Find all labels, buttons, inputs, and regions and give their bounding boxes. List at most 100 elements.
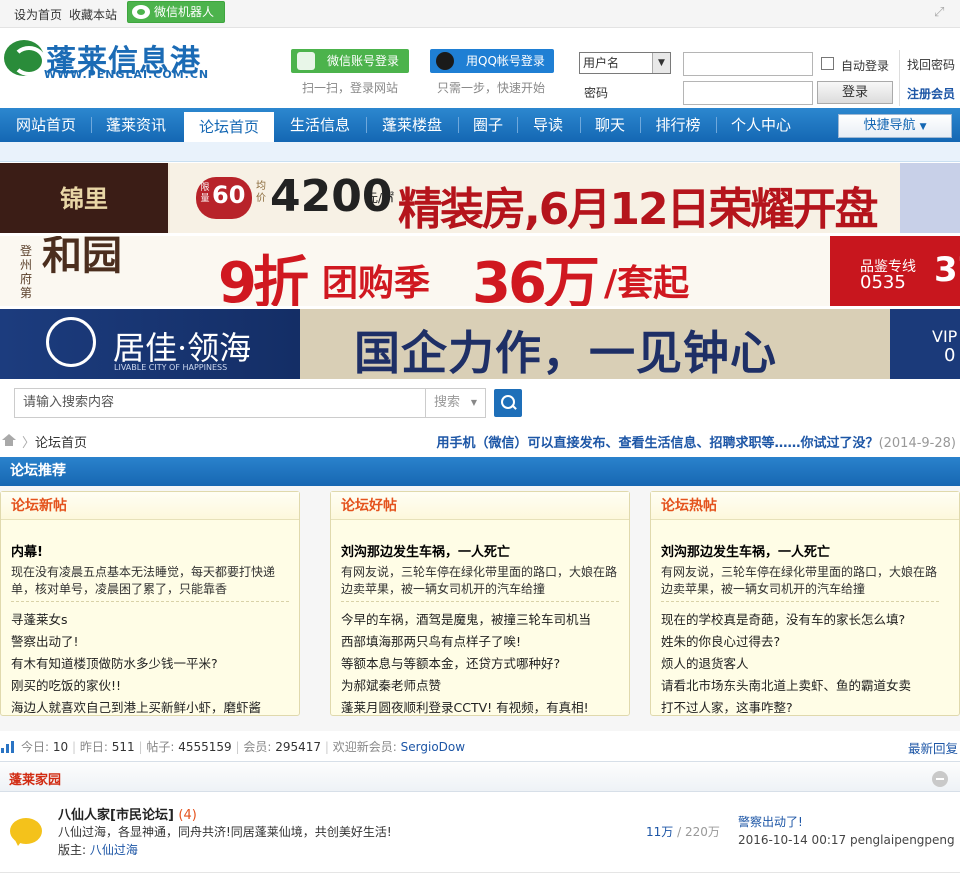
count-separator: / bbox=[677, 825, 682, 839]
find-password-link[interactable]: 找回密码 bbox=[907, 56, 955, 73]
username-type-select[interactable]: 用户名 ▼ bbox=[579, 52, 671, 74]
nav-separator bbox=[517, 117, 518, 133]
nav-item-news[interactable]: 蓬莱资讯 bbox=[94, 108, 178, 142]
latest-reply-link[interactable]: 最新回复 bbox=[908, 738, 958, 757]
last-post-title[interactable]: 警察出动了! bbox=[738, 813, 803, 830]
search-input[interactable]: 请输入搜索内容 bbox=[14, 388, 426, 418]
nav-item-guide[interactable]: 导读 bbox=[520, 108, 576, 142]
search-button[interactable] bbox=[494, 389, 522, 417]
list-item[interactable]: 为郝斌秦老师点赞 bbox=[341, 675, 441, 694]
banner-side-text: 登州府第 bbox=[20, 244, 33, 300]
card-title: 论坛新帖 bbox=[1, 492, 299, 520]
card-divider bbox=[661, 601, 939, 602]
nav-separator bbox=[640, 117, 641, 133]
stats-separator: | bbox=[138, 740, 143, 754]
list-item[interactable]: 寻蓬莱女s bbox=[11, 609, 68, 628]
nav-item-profile[interactable]: 个人中心 bbox=[720, 108, 802, 142]
notice-bar[interactable]: 用手机（微信）可以直接发布、查看生活信息、招聘求职等……你试过了没？(2014-… bbox=[437, 432, 956, 451]
search-scope-value: 搜索 bbox=[434, 395, 461, 410]
banner-slogan: 精装房,6月12日荣耀开盘 bbox=[398, 184, 879, 233]
chevron-down-icon: ▼ bbox=[652, 53, 670, 73]
ad-banner-jinli[interactable]: 锦里 限量 60 均价 4200 元/㎡ 精装房,6月12日荣耀开盘 bbox=[0, 163, 960, 233]
banner-brand-en: LIVABLE CITY OF HAPPINESS bbox=[114, 363, 228, 372]
breadcrumb-current[interactable]: 论坛首页 bbox=[35, 436, 87, 451]
list-item[interactable]: 请看北市场东头南北道上卖虾、鱼的霸道女卖 bbox=[661, 675, 911, 694]
register-link[interactable]: 注册会员 bbox=[907, 85, 955, 102]
card-headline[interactable]: 刘沟那边发生车祸，一人死亡 bbox=[661, 541, 830, 560]
fullscreen-icon[interactable]: ⤢ bbox=[934, 6, 948, 20]
members-label: 会员: bbox=[243, 740, 272, 754]
qq-login-button[interactable]: 用QQ帐号登录 bbox=[430, 49, 554, 73]
limit-badge: 限量 60 bbox=[196, 177, 252, 219]
banner-price-unit: 元/㎡ bbox=[366, 191, 395, 205]
home-icon[interactable] bbox=[2, 434, 16, 446]
list-item[interactable]: 等额本息与等额本金，还贷方式哪种好? bbox=[341, 653, 560, 672]
banner-slogan: 国企力作，一见钟心 bbox=[354, 326, 777, 379]
banner-deal1-text: 团购季 bbox=[322, 263, 431, 304]
qq-login-hint: 只需一步，快速开始 bbox=[437, 81, 546, 95]
password-input[interactable] bbox=[683, 81, 813, 105]
forum-section-title[interactable]: 蓬莱家园 bbox=[9, 769, 61, 788]
nav-item-chat[interactable]: 聊天 bbox=[584, 108, 636, 142]
list-item[interactable]: 有木有知道楼顶做防水多少钱一平米? bbox=[11, 653, 218, 672]
chevron-down-icon: ▼ bbox=[470, 398, 477, 407]
notice-date: (2014-9-28) bbox=[878, 436, 956, 451]
list-item[interactable]: 现在的学校真是奇葩，没有车的家长怎么填? bbox=[661, 609, 905, 628]
qq-login-label: 用QQ帐号登录 bbox=[466, 54, 545, 68]
forum-description: 八仙过海，各显神通，同舟共济!同居蓬莱仙境，共创美好生活! bbox=[58, 825, 392, 839]
card-summary: 有网友说，三轮车停在绿化带里面的路口，大娘在路边卖苹果，被一辆女司机开的汽车给撞 bbox=[661, 565, 938, 596]
username-input[interactable] bbox=[683, 52, 813, 76]
card-headline[interactable]: 刘沟那边发生车祸，一人死亡 bbox=[341, 541, 510, 560]
list-item[interactable]: 海边人就喜欢自己到港上买新鲜小虾，磨虾酱 bbox=[11, 697, 261, 716]
nav-item-circle[interactable]: 圈子 bbox=[462, 108, 514, 142]
yesterday-count: 511 bbox=[111, 740, 135, 754]
stats-separator: | bbox=[324, 740, 329, 754]
list-item[interactable]: 烦人的退货客人 bbox=[661, 653, 749, 672]
forum-name-text: 八仙人家[市民论坛] bbox=[58, 808, 174, 823]
search-scope-select[interactable]: 搜索 ▼ bbox=[425, 388, 486, 418]
forum-stats: 今日: 10 | 昨日: 511 | 帖子: 4555159 | 会员: 295… bbox=[0, 738, 960, 756]
list-item[interactable]: 西部填海那两只鸟有点样子了唉! bbox=[341, 631, 521, 650]
card-summary: 有网友说，三轮车停在绿化带里面的路口，大娘在路边卖苹果，被一辆女司机开的汽车给撞 bbox=[341, 565, 618, 596]
auto-login-label: 自动登录 bbox=[841, 59, 890, 73]
card-title: 论坛好帖 bbox=[331, 492, 629, 520]
new-member-link[interactable]: SergioDow bbox=[401, 740, 465, 754]
wechat-login-hint: 扫一扫，登录网站 bbox=[302, 81, 399, 95]
quick-nav-button[interactable]: 快捷导航 ▼ bbox=[838, 114, 952, 138]
caret-down-icon: ▼ bbox=[919, 122, 927, 132]
username-type-value: 用户名 bbox=[583, 56, 620, 70]
ad-banner-lingha[interactable]: 居佳·领海 LIVABLE CITY OF HAPPINESS 国企力作，一见钟… bbox=[0, 309, 960, 379]
bookmark-link[interactable]: 收藏本站 bbox=[69, 6, 117, 23]
list-item[interactable]: 蓬莱月圆夜顺利登录CCTV! 有视频，有真相! bbox=[341, 697, 589, 716]
stats-icon bbox=[1, 741, 15, 753]
forum-name[interactable]: 八仙人家[市民论坛] (4) bbox=[58, 804, 197, 823]
divider bbox=[899, 50, 900, 106]
list-item[interactable]: 今早的车祸，酒驾是魔鬼，被撞三轮车司机当 bbox=[341, 609, 591, 628]
set-home-link[interactable]: 设为首页 bbox=[14, 6, 62, 23]
forum-section-header: 蓬莱家园 bbox=[0, 761, 960, 792]
nav-item-realestate[interactable]: 蓬莱楼盘 bbox=[370, 108, 454, 142]
nav-item-home[interactable]: 网站首页 bbox=[4, 108, 88, 142]
wechat-icon bbox=[132, 5, 150, 19]
nav-item-ranking[interactable]: 排行榜 bbox=[644, 108, 712, 142]
breadcrumb: 〉论坛首页 bbox=[22, 432, 87, 451]
logo-icon[interactable] bbox=[4, 40, 46, 76]
banner-deal2: 36万 bbox=[472, 251, 600, 306]
stats-separator: | bbox=[235, 740, 240, 754]
login-button[interactable]: 登录 bbox=[817, 81, 893, 104]
card-headline[interactable]: 内幕! bbox=[11, 541, 43, 560]
list-item[interactable]: 姓朱的你良心过得去? bbox=[661, 631, 780, 650]
ad-banner-heyuan[interactable]: 登州府第 和园 9折 团购季 36万 /套起 品鉴专线 0535 37 bbox=[0, 236, 960, 306]
nav-separator bbox=[716, 117, 717, 133]
nav-item-forum[interactable]: 论坛首页 bbox=[184, 112, 274, 142]
nav-item-life[interactable]: 生活信息 bbox=[278, 108, 362, 142]
collapse-icon[interactable] bbox=[932, 771, 948, 787]
list-item[interactable]: 刚买的吃饭的家伙!! bbox=[11, 675, 121, 694]
list-item[interactable]: 打不过人家，这事咋整? bbox=[661, 697, 793, 716]
list-item[interactable]: 警察出动了! bbox=[11, 631, 79, 650]
auto-login-checkbox[interactable] bbox=[821, 57, 834, 70]
wechat-bot-button[interactable]: 微信机器人 bbox=[127, 1, 225, 23]
wechat-login-button[interactable]: 微信账号登录 bbox=[291, 49, 409, 73]
moderator-link[interactable]: 八仙过海 bbox=[90, 843, 138, 857]
logo-subtitle: WWW.PENGLAI.COM.CN bbox=[44, 68, 210, 81]
